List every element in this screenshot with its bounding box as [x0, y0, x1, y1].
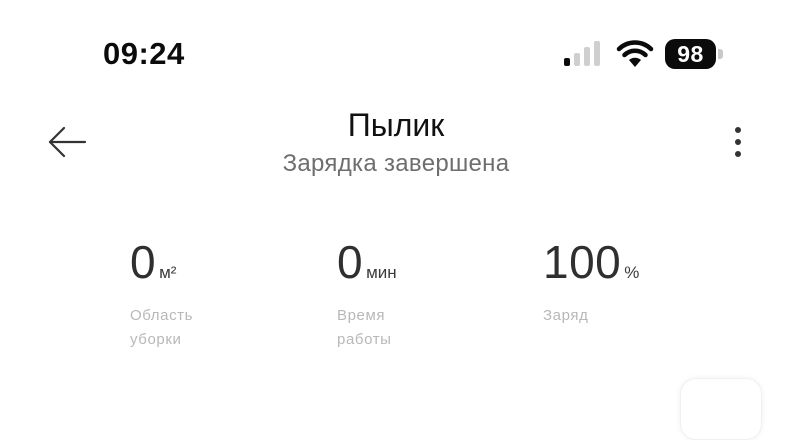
wifi-icon — [616, 40, 654, 67]
stat-label-line: работы — [337, 331, 392, 348]
stat-label: Область уборки — [130, 304, 193, 352]
stat-value: 0 — [130, 236, 157, 288]
stat-value: 0 — [337, 236, 364, 288]
stat-unit: % — [624, 263, 640, 282]
more-vertical-icon-dot — [735, 139, 741, 145]
status-time: 09:24 — [103, 36, 185, 71]
more-button[interactable] — [722, 122, 756, 162]
stat-unit: мин — [366, 263, 397, 282]
stat-label-line: уборки — [130, 331, 182, 348]
stat-unit: м² — [159, 263, 177, 282]
stat-label: Время работы — [337, 304, 397, 352]
battery-icon: 98 — [665, 39, 727, 69]
stat-label: Заряд — [543, 304, 639, 328]
stat-label-line: Заряд — [543, 307, 589, 324]
more-vertical-icon — [735, 127, 741, 133]
stat-label-line: Область — [130, 307, 194, 324]
battery-level: 98 — [665, 39, 716, 69]
signal-icon — [564, 41, 600, 66]
stat-label-line: Время — [337, 307, 386, 324]
stat-charge: 100% Заряд — [543, 236, 639, 328]
stat-value: 100 — [543, 236, 622, 288]
stat-cleaning-area: 0 м² Область уборки — [130, 236, 193, 352]
stat-work-time: 0 мин Время работы — [337, 236, 397, 352]
more-vertical-icon-dot — [735, 151, 741, 157]
page-title: Пылик — [347, 107, 445, 143]
battery-cap — [718, 49, 723, 59]
bottom-card[interactable] — [680, 378, 762, 440]
page-subtitle: Зарядка завершена — [282, 150, 510, 177]
